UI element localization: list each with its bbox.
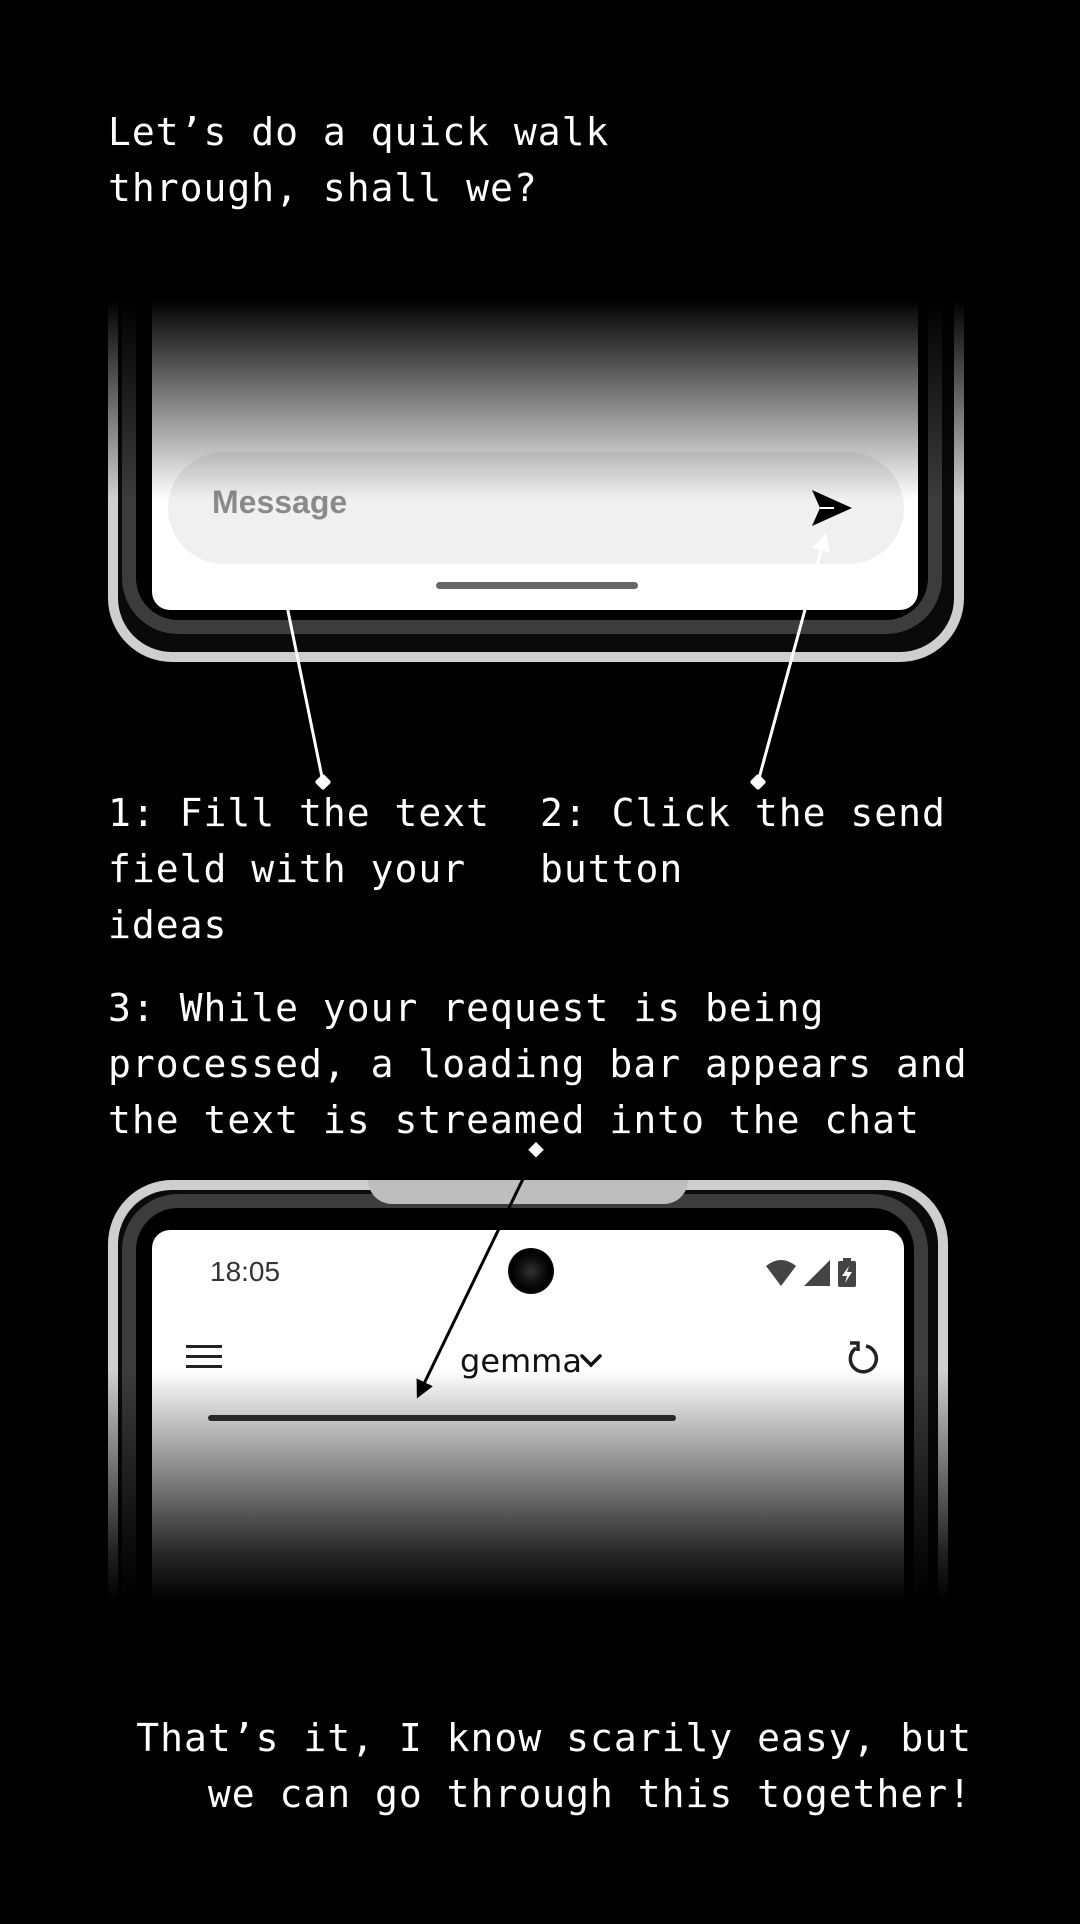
step-3-text: 3: While your request is being processed… [108, 986, 968, 1142]
hamburger-menu-icon[interactable] [184, 1342, 224, 1372]
phone-mockup-app-bar: 18:05 gemma [108, 1180, 972, 1600]
step-2-text: 2: Click the send button [540, 791, 946, 891]
refresh-icon[interactable] [844, 1340, 880, 1376]
loading-bar [208, 1415, 676, 1421]
step-1-text: 1: Fill the text field with your ideas [108, 791, 491, 947]
message-placeholder: Message [212, 484, 348, 520]
status-time: 18:05 [210, 1256, 281, 1287]
outro-text: That’s it, I know scarily easy, but we c… [136, 1716, 972, 1816]
cellular-signal-icon [804, 1260, 830, 1286]
send-icon[interactable] [810, 488, 854, 528]
phone-speaker [368, 1180, 688, 1204]
battery-charging-icon [838, 1258, 856, 1287]
intro-heading: Let’s do a quick walk through, shall we? [108, 110, 610, 210]
camera-cutout [508, 1248, 554, 1294]
chevron-down-icon[interactable] [576, 1348, 606, 1372]
phone-mockup-chat-input: Message [108, 300, 972, 690]
model-selector-label[interactable]: gemma [460, 1342, 582, 1380]
status-icons [766, 1258, 856, 1287]
annotation-arrows [0, 0, 1080, 1399]
wifi-icon [766, 1260, 796, 1286]
home-indicator [436, 582, 638, 589]
